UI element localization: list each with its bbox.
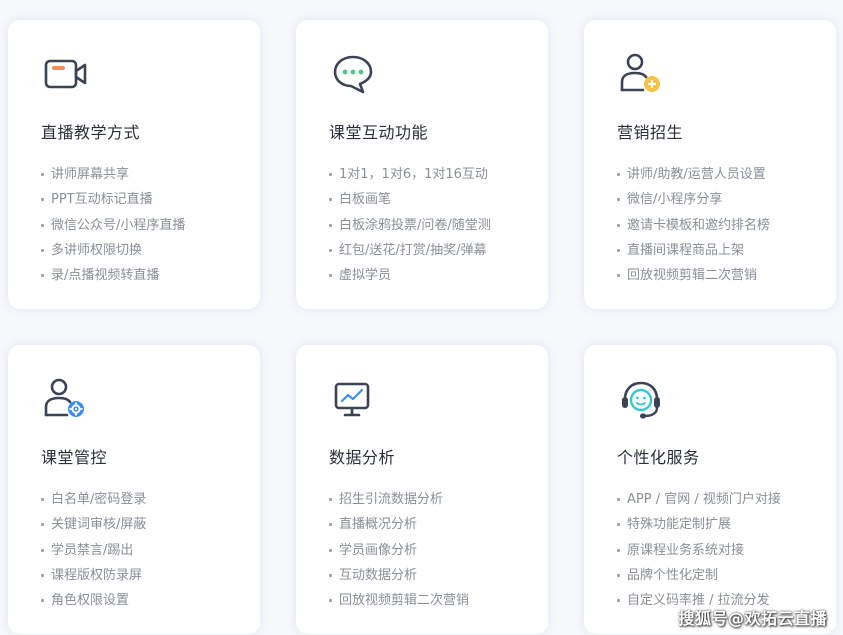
- list-item: APP / 官网 / 视频门户对接: [617, 487, 816, 512]
- list-item: 红包/送花/打赏/抽奖/弹幕: [329, 238, 528, 263]
- list-item: 讲师屏幕共享: [41, 162, 240, 187]
- list-item: 互动数据分析: [329, 563, 528, 588]
- list-item: 微信/小程序分享: [617, 187, 816, 212]
- card-title: 课堂互动功能: [329, 123, 429, 142]
- list-item: 课程版权防录屏: [41, 563, 240, 588]
- headset-support-icon: [622, 381, 660, 419]
- user-add-icon: [620, 53, 660, 92]
- list-item: 虚拟学员: [329, 263, 528, 288]
- list-item: 白板画笔: [329, 187, 528, 212]
- video-camera-icon: [44, 59, 87, 89]
- feature-list: 白名单/密码登录 关键词审核/屏蔽 学员禁言/踢出 课程版权防录屏 角色权限设置: [41, 487, 240, 613]
- feature-list: 招生引流数据分析 直播概况分析 学员画像分析 互动数据分析 回放视频剪辑二次营销: [329, 487, 528, 613]
- list-item: 品牌个性化定制: [617, 563, 816, 588]
- list-item: 特殊功能定制扩展: [617, 512, 816, 537]
- list-item: 学员禁言/踢出: [41, 538, 240, 563]
- card-title: 个性化服务: [617, 448, 700, 467]
- feature-list: APP / 官网 / 视频门户对接 特殊功能定制扩展 原课程业务系统对接 品牌个…: [617, 487, 816, 613]
- card-classroom-control: 课堂管控 白名单/密码登录 关键词审核/屏蔽 学员禁言/踢出 课程版权防录屏 角…: [8, 345, 260, 634]
- user-settings-icon: [44, 378, 84, 417]
- list-item: 回放视频剪辑二次营销: [617, 263, 816, 288]
- list-item: 白名单/密码登录: [41, 487, 240, 512]
- feature-list: 讲师屏幕共享 PPT互动标记直播 微信公众号/小程序直播 多讲师权限切换 录/点…: [41, 162, 240, 288]
- card-live-teaching: 直播教学方式 讲师屏幕共享 PPT互动标记直播 微信公众号/小程序直播 多讲师权…: [8, 20, 260, 309]
- list-item: 直播概况分析: [329, 512, 528, 537]
- card-title: 营销招生: [617, 123, 684, 142]
- feature-list: 讲师/助教/运营人员设置 微信/小程序分享 邀请卡模板和邀约排名榜 直播间课程商…: [617, 162, 816, 288]
- chart-monitor-icon: [334, 382, 370, 417]
- list-item: 角色权限设置: [41, 588, 240, 613]
- card-classroom-interaction: 课堂互动功能 1对1，1对6，1对16互动 白板画笔 白板涂鸦投票/问卷/随堂测…: [296, 20, 548, 309]
- list-item: 1对1，1对6，1对16互动: [329, 162, 528, 187]
- list-item: 直播间课程商品上架: [617, 238, 816, 263]
- card-marketing: 营销招生 讲师/助教/运营人员设置 微信/小程序分享 邀请卡模板和邀约排名榜 直…: [584, 20, 836, 309]
- list-item: 回放视频剪辑二次营销: [329, 588, 528, 613]
- list-item: 学员画像分析: [329, 538, 528, 563]
- list-item: 招生引流数据分析: [329, 487, 528, 512]
- card-title: 数据分析: [329, 448, 396, 467]
- list-item: 录/点播视频转直播: [41, 263, 240, 288]
- list-item: 原课程业务系统对接: [617, 538, 816, 563]
- list-item: 微信公众号/小程序直播: [41, 213, 240, 238]
- feature-list: 1对1，1对6，1对16互动 白板画笔 白板涂鸦投票/问卷/随堂测 红包/送花/…: [329, 162, 528, 288]
- chat-bubble-icon: [333, 55, 373, 94]
- feature-grid: 直播教学方式 讲师屏幕共享 PPT互动标记直播 微信公众号/小程序直播 多讲师权…: [8, 20, 836, 634]
- list-item: PPT互动标记直播: [41, 187, 240, 212]
- card-title: 直播教学方式: [41, 123, 141, 142]
- card-personalized-service: 个性化服务 APP / 官网 / 视频门户对接 特殊功能定制扩展 原课程业务系统…: [584, 345, 836, 634]
- list-item: 邀请卡模板和邀约排名榜: [617, 213, 816, 238]
- card-data-analysis: 数据分析 招生引流数据分析 直播概况分析 学员画像分析 互动数据分析 回放视频剪…: [296, 345, 548, 634]
- list-item: 关键词审核/屏蔽: [41, 512, 240, 537]
- list-item: 多讲师权限切换: [41, 238, 240, 263]
- card-title: 课堂管控: [41, 448, 108, 467]
- watermark: 搜狐号@欢拓云直播: [678, 609, 827, 628]
- list-item: 白板涂鸦投票/问卷/随堂测: [329, 213, 528, 238]
- list-item: 讲师/助教/运营人员设置: [617, 162, 816, 187]
